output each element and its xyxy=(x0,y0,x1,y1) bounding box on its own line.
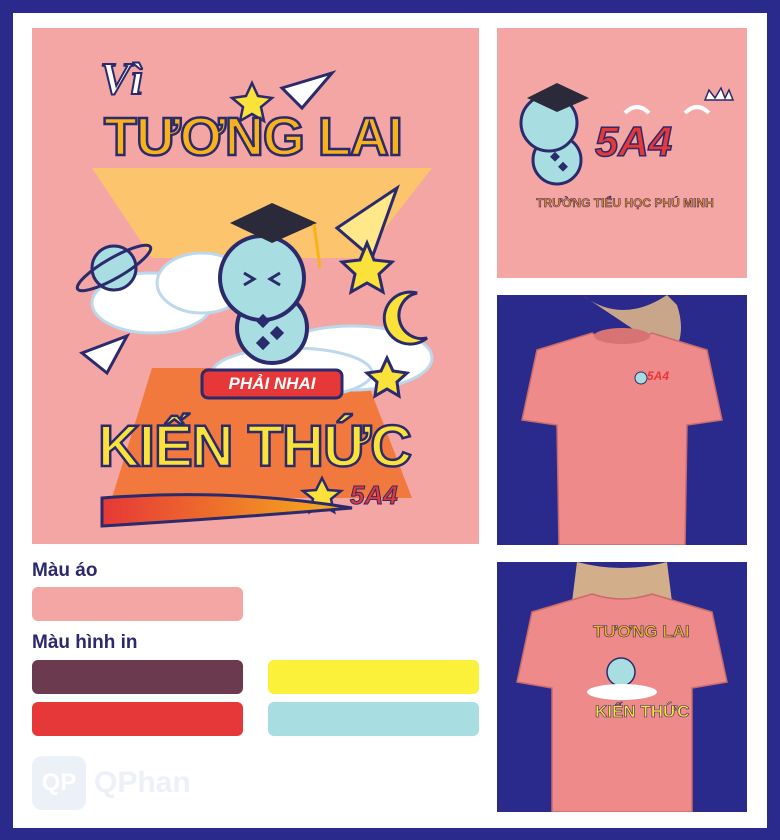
print-color-swatch-yellow[interactable] xyxy=(268,660,479,694)
art-class-code: 5A4 xyxy=(350,480,399,511)
back-print-line2: KIẾN THỨC xyxy=(595,702,690,722)
front-tshirt-image xyxy=(521,295,723,545)
front-print-code: 5A4 xyxy=(647,369,670,383)
print-color-heading: Màu hình in xyxy=(32,632,138,653)
tshirt-icon xyxy=(521,332,723,545)
art-title-tuong-lai: TƯƠNG LAI xyxy=(103,106,404,169)
front-shirt-mockup: 5A4 xyxy=(497,295,747,545)
back-tshirt-image xyxy=(516,562,728,812)
shirt-color-heading: Màu áo xyxy=(32,560,98,581)
wings-icon xyxy=(623,105,711,115)
brand-mark-icon: QP xyxy=(32,756,86,810)
badge-school-name: TRƯỜNG TIỂU HỌC PHÚ MINH xyxy=(536,196,714,211)
shirt-color-swatch[interactable] xyxy=(32,587,243,621)
brand-watermark: QP QPhan xyxy=(32,756,202,810)
paper-plane-icon xyxy=(79,333,131,376)
art-title-vi: Vì xyxy=(99,52,144,105)
mascot-character xyxy=(218,234,309,365)
print-color-swatch-plum[interactable] xyxy=(32,660,243,694)
art-ribbon-text: PHẢI NHAI xyxy=(228,374,316,393)
back-print-line1: TƯƠNG LAI xyxy=(593,622,690,642)
print-color-swatch-aqua[interactable] xyxy=(268,702,479,736)
art-title-kien-thuc: KIẾN THỨC xyxy=(97,413,414,481)
brand-name: QPhan xyxy=(94,766,191,799)
badge-class-code: 5A4 xyxy=(594,117,673,166)
crown-icon xyxy=(703,86,735,101)
paper-plane-icon xyxy=(279,70,337,111)
print-color-swatch-red[interactable] xyxy=(32,702,243,736)
back-shirt-mockup: TƯƠNG LAI KIẾN THỨC xyxy=(497,562,747,812)
badge-panel: 5A4 TRƯỜNG TIỂU HỌC PHÚ MINH xyxy=(497,28,747,278)
main-artwork: Vì TƯƠNG LAI PHẢI NHAI KIẾN THỨC 5A4 xyxy=(32,28,479,544)
moon-icon xyxy=(382,290,428,346)
